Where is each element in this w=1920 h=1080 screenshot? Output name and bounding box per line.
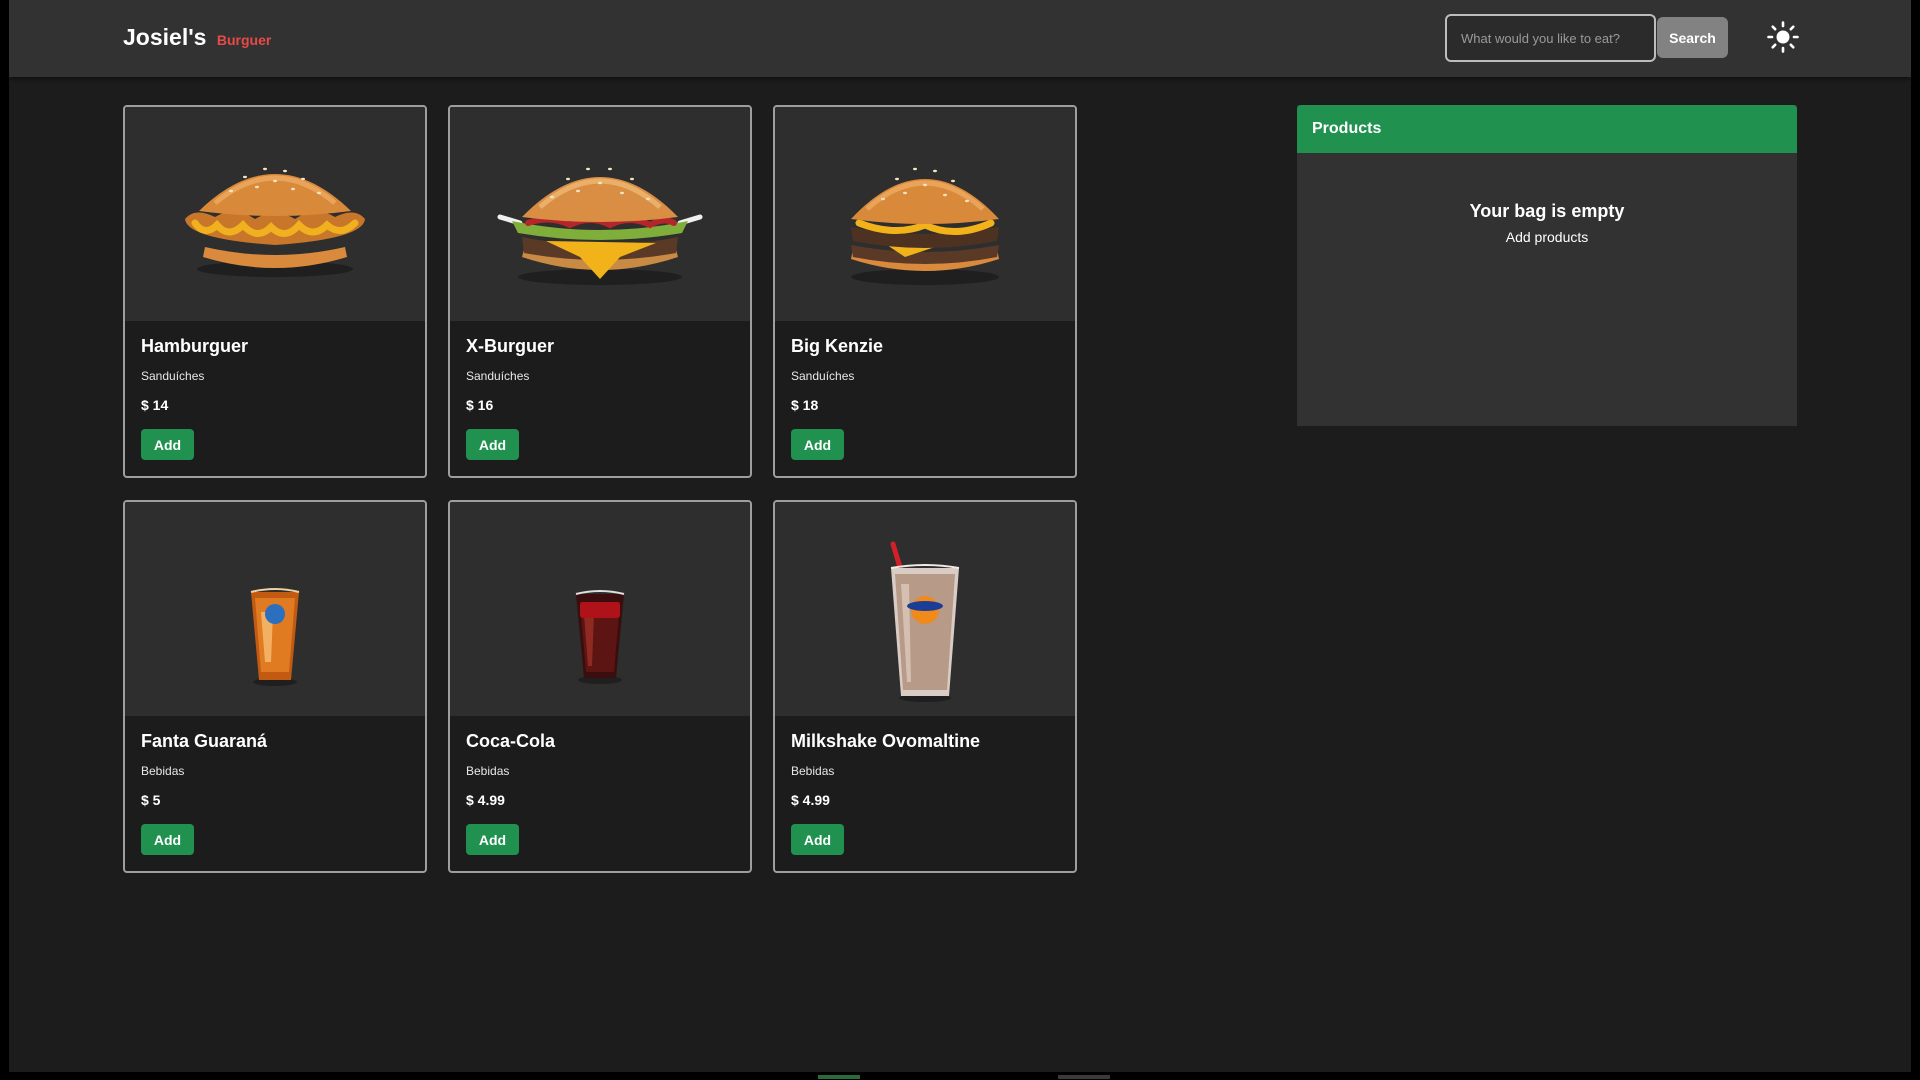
brand-name: Josiel's [123,24,207,50]
product-card: X-Burguer Sanduíches $ 16 Add [448,105,752,478]
add-button-coca-cola[interactable]: Add [466,824,519,855]
milkshake-cup-image [890,541,960,702]
search-button[interactable]: Search [1657,17,1728,58]
cheeseburger-image [497,167,703,285]
product-name: Coca-Cola [466,731,556,751]
add-button-x-burguer[interactable]: Add [466,429,519,460]
product-card: Fanta Guaraná Bebidas $ 5 Add [123,500,427,873]
product-image-hamburguer [125,107,425,321]
sun-icon [1767,21,1799,53]
theme-toggle-button[interactable] [1766,20,1800,54]
product-price: $ 4.99 [791,792,830,808]
add-button-fanta-guarana[interactable]: Add [141,824,194,855]
product-card: Coca-Cola Bebidas $ 4.99 Add [448,500,752,873]
product-name: X-Burguer [466,336,555,356]
product-name: Fanta Guaraná [141,731,268,751]
product-price: $ 4.99 [466,792,505,808]
product-image-big-kenzie [775,107,1075,321]
product-category: Sanduíches [791,369,855,383]
cart-empty-subtitle: Add products [1505,229,1589,245]
double-burger-image [851,167,999,285]
cart-title: Products [1312,120,1382,137]
product-price: $ 16 [466,397,494,413]
product-category: Sanduíches [466,369,530,383]
product-card: Milkshake Ovomaltine Bebidas $ 4.99 Add [773,500,1077,873]
search-input[interactable] [1445,14,1656,62]
taskbar-indicator [818,1075,860,1079]
brand-logo: Josiel's Burguer [123,24,271,51]
product-image-milkshake-ovomaltine [775,502,1075,716]
cart-panel: Products Your bag is empty Add products [1297,105,1797,426]
product-category: Bebidas [466,764,510,778]
add-button-hamburguer[interactable]: Add [141,429,194,460]
product-price: $ 5 [141,792,161,808]
fanta-cup-image [250,588,300,686]
product-category: Sanduíches [141,369,205,383]
product-name: Hamburguer [141,336,249,356]
product-category: Bebidas [791,764,835,778]
cart-empty-title: Your bag is empty [1469,201,1625,221]
product-card: Hamburguer Sanduíches $ 14 Add [123,105,427,478]
product-image-fanta-guarana [125,502,425,716]
cart-header: Products [1297,105,1797,153]
add-button-big-kenzie[interactable]: Add [791,429,844,460]
add-button-milkshake-ovomaltine[interactable]: Add [791,824,844,855]
product-category: Bebidas [141,764,185,778]
top-header: Josiel's Burguer Search [9,0,1911,77]
product-price: $ 14 [141,397,169,413]
coke-cup-image [575,590,625,684]
product-price: $ 18 [791,397,819,413]
product-card: Big Kenzie Sanduíches $ 18 Add [773,105,1077,478]
product-image-x-burguer [450,107,750,321]
brand-subtitle: Burguer [216,32,272,48]
product-name: Milkshake Ovomaltine [791,731,981,751]
taskbar-indicator [1058,1075,1110,1079]
burger-image [185,167,365,277]
product-image-coca-cola [450,502,750,716]
app-root: Josiel's Burguer Search [9,0,1911,1072]
product-name: Big Kenzie [791,336,884,356]
